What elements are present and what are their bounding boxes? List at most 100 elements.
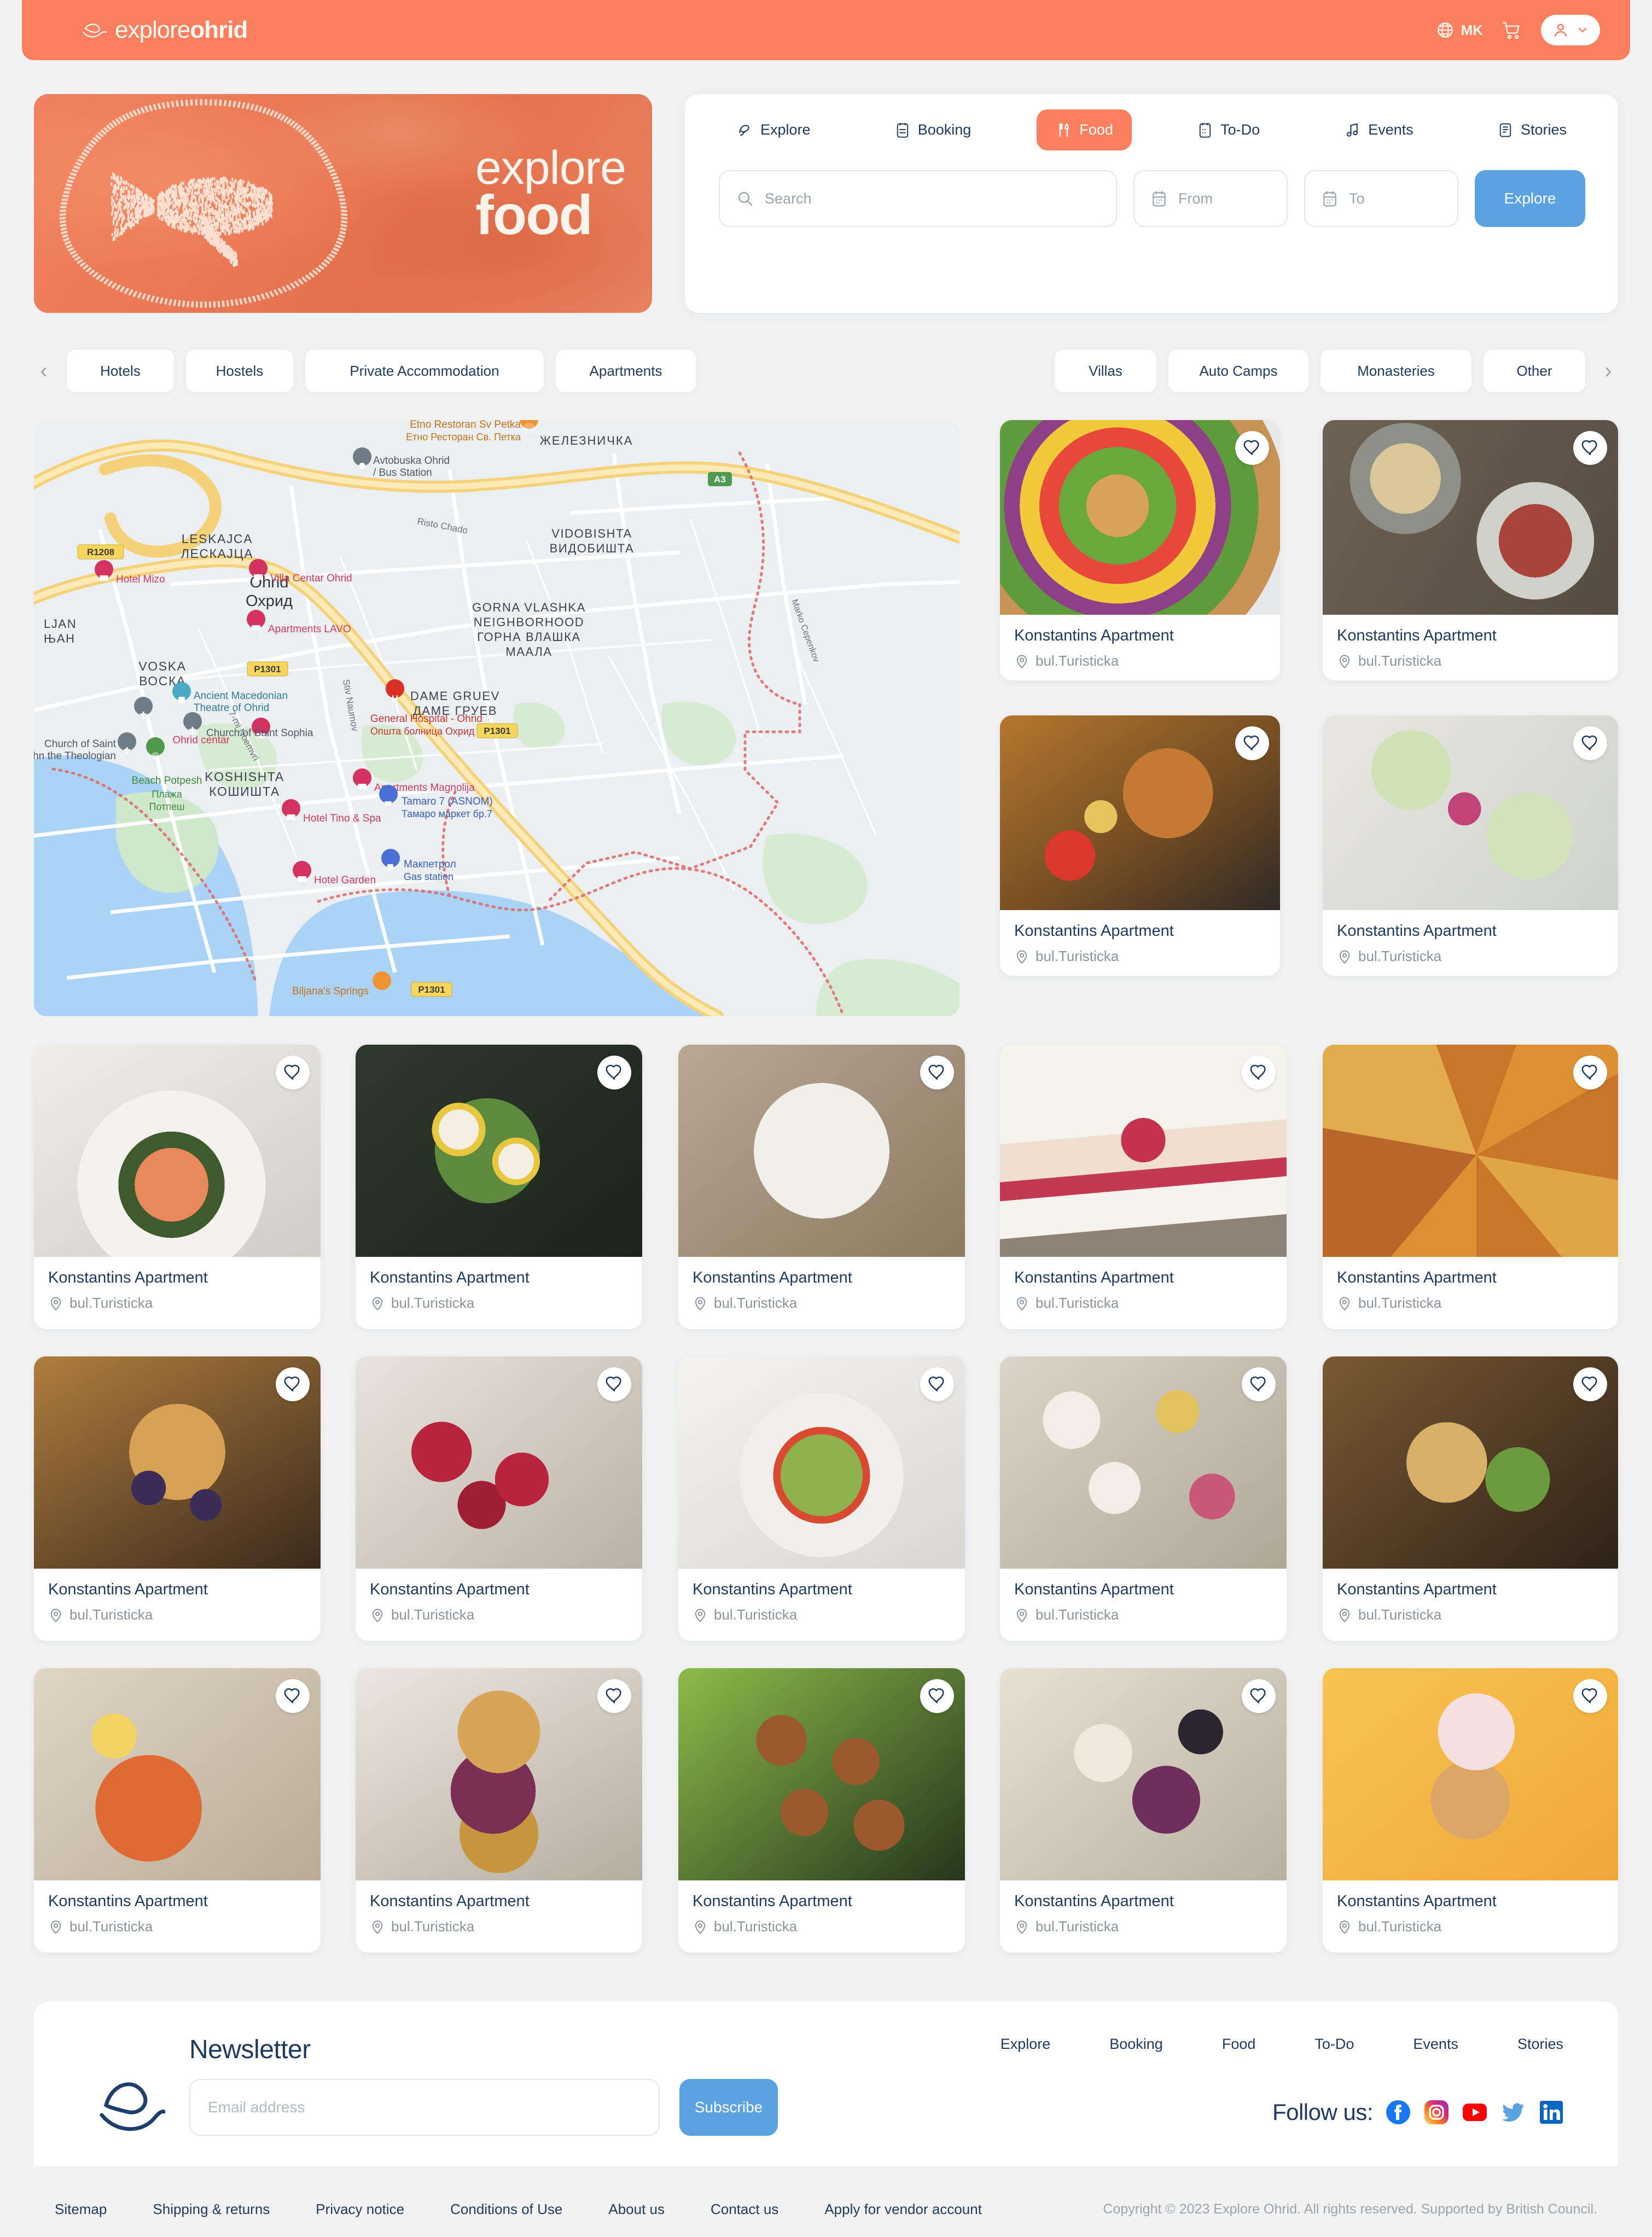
- tab-to-do[interactable]: To-Do: [1179, 109, 1278, 150]
- youtube-icon[interactable]: [1462, 2099, 1488, 2125]
- tab-booking[interactable]: Booking: [876, 109, 990, 150]
- heart-icon[interactable]: [920, 1367, 954, 1401]
- ohrid-map[interactable]: A3 R1208 P1301 P1301 P1301 Stiv Naumov 7…: [34, 420, 959, 1016]
- food-card[interactable]: Konstantins Apartment bul.Turisticka: [678, 1356, 965, 1641]
- heart-icon[interactable]: [1573, 431, 1607, 465]
- facebook-icon[interactable]: [1385, 2099, 1411, 2125]
- heart-icon[interactable]: [1242, 1056, 1276, 1090]
- search-input[interactable]: Search: [719, 170, 1117, 227]
- footer-link-events[interactable]: Events: [1413, 2036, 1458, 2053]
- food-card[interactable]: Konstantins Apartment bul.Turisticka: [34, 1356, 321, 1641]
- food-card[interactable]: Konstantins Apartment bul.Turisticka: [678, 1668, 965, 1953]
- svg-text:R1208: R1208: [87, 547, 114, 557]
- food-card-title: Konstantins Apartment: [693, 1269, 951, 1287]
- search-icon: [736, 190, 754, 207]
- food-card[interactable]: Konstantins Apartment bul.Turisticka: [1000, 715, 1280, 976]
- footer-link-stories[interactable]: Stories: [1517, 2036, 1563, 2053]
- food-card[interactable]: Konstantins Apartment bul.Turisticka: [678, 1045, 965, 1329]
- footer-link-food[interactable]: Food: [1222, 2036, 1256, 2053]
- category-chip-hostels[interactable]: Hostels: [186, 349, 293, 392]
- tab-events[interactable]: Events: [1325, 109, 1432, 150]
- category-chip-list: Hotels Hostels Private Accommodation Apartm…: [67, 349, 1585, 392]
- heart-icon[interactable]: [276, 1367, 310, 1401]
- food-card[interactable]: Konstantins Apartment bul.Turisticka: [1323, 1045, 1618, 1329]
- legal-link-contact-us[interactable]: Contact us: [711, 2201, 778, 2218]
- map-pin-icon: [1337, 949, 1352, 964]
- date-from-input[interactable]: From: [1133, 170, 1288, 227]
- food-card-title: Konstantins Apartment: [1014, 1581, 1272, 1599]
- food-card-image: [34, 1356, 321, 1569]
- legal-link-privacy-notice[interactable]: Privacy notice: [316, 2201, 404, 2218]
- explore-search-button[interactable]: Explore: [1475, 170, 1585, 227]
- footer-link-explore[interactable]: Explore: [1000, 2036, 1051, 2053]
- heart-icon[interactable]: [1573, 1367, 1607, 1401]
- legal-link-apply-for-vendor-account[interactable]: Apply for vendor account: [824, 2201, 982, 2218]
- food-card[interactable]: Konstantins Apartment bul.Turisticka: [1323, 1356, 1618, 1641]
- legal-link-sitemap[interactable]: Sitemap: [55, 2201, 107, 2218]
- tab-explore[interactable]: Explore: [718, 109, 829, 150]
- heart-icon[interactable]: [1235, 726, 1269, 760]
- newsletter-email-input[interactable]: [189, 2079, 660, 2136]
- food-card-meta: Konstantins Apartment bul.Turisticka: [356, 1880, 642, 1935]
- legal-link-conditions-of-use[interactable]: Conditions of Use: [450, 2201, 562, 2218]
- heart-icon[interactable]: [1242, 1367, 1276, 1401]
- subscribe-button[interactable]: Subscribe: [679, 2079, 778, 2136]
- heart-icon[interactable]: [920, 1056, 954, 1090]
- food-card[interactable]: Konstantins Apartment bul.Turisticka: [1323, 715, 1618, 976]
- date-to-placeholder: To: [1349, 190, 1365, 207]
- heart-icon[interactable]: [1573, 1056, 1607, 1090]
- heart-icon[interactable]: [1235, 431, 1269, 465]
- site-logo[interactable]: exploreohrid: [82, 16, 247, 44]
- footer-bottom-bar: Sitemap Shipping & returns Privacy notice C…: [0, 2181, 1652, 2237]
- footer-link-booking[interactable]: Booking: [1109, 2036, 1163, 2053]
- heart-icon[interactable]: [276, 1679, 310, 1713]
- category-chip-apartments[interactable]: Apartments: [556, 349, 696, 392]
- category-chip-monasteries[interactable]: Monasteries: [1321, 349, 1471, 392]
- heart-icon[interactable]: [597, 1679, 631, 1713]
- tab-food[interactable]: Food: [1037, 109, 1132, 150]
- food-card-location-text: bul.Turisticka: [69, 1918, 153, 1935]
- food-card[interactable]: Konstantins Apartment bul.Turisticka: [1000, 1356, 1287, 1641]
- linkedin-icon[interactable]: [1538, 2099, 1564, 2125]
- map-pin-icon: [1337, 1607, 1352, 1623]
- food-card[interactable]: Konstantins Apartment bul.Turisticka: [356, 1045, 642, 1329]
- food-card-image: [678, 1356, 965, 1569]
- legal-link-shipping-returns[interactable]: Shipping & returns: [153, 2201, 270, 2218]
- svg-text:A3: A3: [714, 474, 726, 485]
- food-card[interactable]: Konstantins Apartment bul.Turisticka: [1323, 1668, 1618, 1953]
- food-card[interactable]: Konstantins Apartment bul.Turisticka: [356, 1356, 642, 1641]
- heart-icon[interactable]: [597, 1056, 631, 1090]
- food-card[interactable]: Konstantins Apartment bul.Turisticka: [1000, 1668, 1287, 1953]
- food-card-image: [34, 1045, 321, 1257]
- fish-wave-logo-icon: [82, 19, 107, 41]
- svg-text:Biljana's Springs: Biljana's Springs: [292, 986, 369, 997]
- category-chip-private-accommodation[interactable]: Private Accommodation: [305, 349, 544, 392]
- food-card[interactable]: Konstantins Apartment bul.Turisticka: [1000, 1045, 1287, 1329]
- twitter-icon[interactable]: [1500, 2099, 1526, 2125]
- category-chip-other[interactable]: Other: [1484, 349, 1585, 392]
- legal-link-about-us[interactable]: About us: [608, 2201, 665, 2218]
- food-card[interactable]: Konstantins Apartment bul.Turisticka: [356, 1668, 642, 1953]
- cart-button[interactable]: [1502, 20, 1522, 40]
- account-menu-button[interactable]: [1541, 15, 1600, 45]
- category-chip-auto-camps[interactable]: Auto Camps: [1168, 349, 1308, 392]
- category-chip-hotels[interactable]: Hotels: [67, 349, 174, 392]
- categories-next-arrow[interactable]: ›: [1597, 359, 1619, 383]
- heart-icon[interactable]: [1573, 726, 1607, 760]
- tab-stories[interactable]: Stories: [1479, 109, 1585, 150]
- food-card[interactable]: Konstantins Apartment bul.Turisticka: [1000, 420, 1280, 680]
- footer-link-to-do[interactable]: To-Do: [1314, 2036, 1354, 2053]
- food-card[interactable]: Konstantins Apartment bul.Turisticka: [1323, 420, 1618, 680]
- heart-icon[interactable]: [920, 1679, 954, 1713]
- food-card[interactable]: Konstantins Apartment bul.Turisticka: [34, 1668, 321, 1953]
- heart-icon[interactable]: [276, 1056, 310, 1090]
- heart-icon[interactable]: [1573, 1679, 1607, 1713]
- instagram-icon[interactable]: [1423, 2099, 1450, 2125]
- date-to-input[interactable]: To: [1304, 170, 1458, 227]
- food-card[interactable]: Konstantins Apartment bul.Turisticka: [34, 1045, 321, 1329]
- language-switcher[interactable]: MK: [1436, 21, 1483, 39]
- heart-icon[interactable]: [1242, 1679, 1276, 1713]
- categories-prev-arrow[interactable]: ‹: [33, 359, 55, 383]
- heart-icon[interactable]: [597, 1367, 631, 1401]
- category-chip-villas[interactable]: Villas: [1055, 349, 1156, 392]
